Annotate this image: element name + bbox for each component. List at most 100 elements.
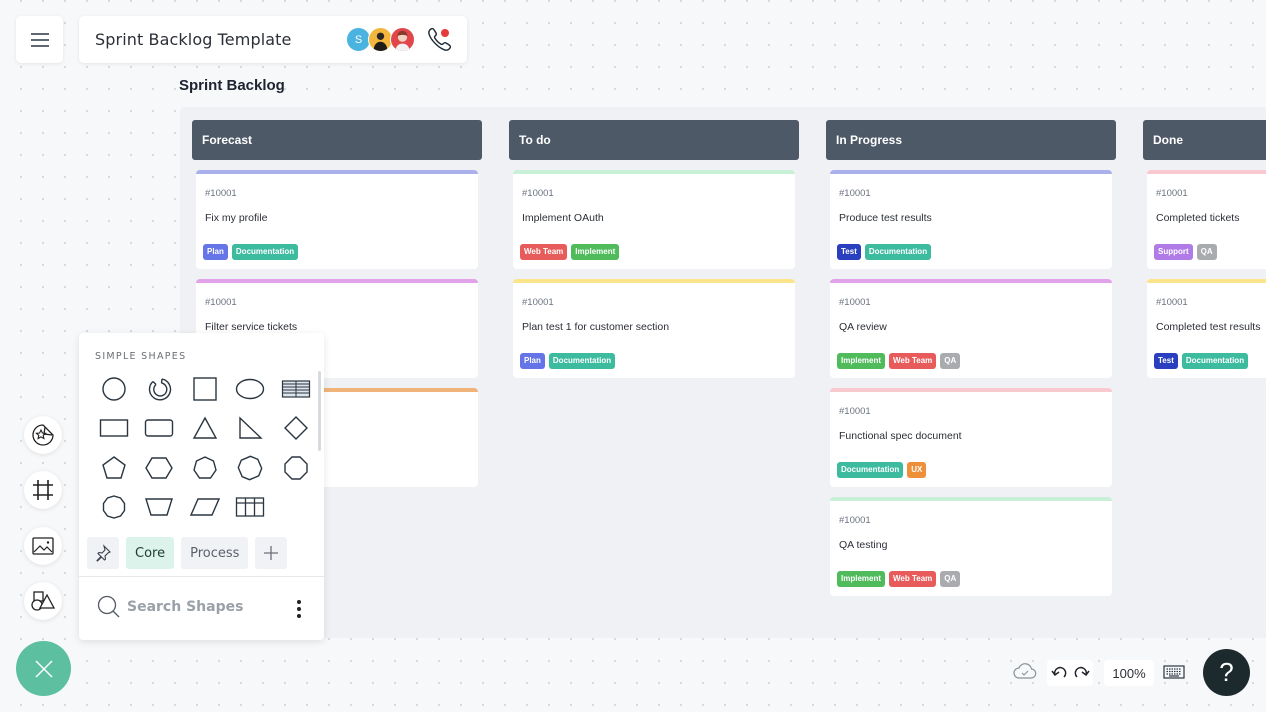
shapes-more-options-button[interactable] — [295, 599, 303, 624]
library-tab-process[interactable]: Process — [181, 537, 249, 569]
avatar[interactable] — [390, 27, 415, 52]
shape-diamond[interactable] — [273, 409, 319, 449]
image-icon — [32, 537, 54, 555]
tag-badge[interactable]: Plan — [520, 353, 545, 369]
tag-badge[interactable]: Documentation — [1181, 353, 1249, 369]
tag-badge[interactable]: Web Team — [889, 571, 937, 587]
undo-button[interactable] — [1050, 666, 1067, 680]
tag-badge[interactable]: Web Team — [520, 244, 568, 260]
zoom-level-button[interactable]: 100% — [1104, 660, 1154, 686]
task-card[interactable]: #10001 Fix my profile Plan Documentation — [196, 170, 478, 269]
tag-badge[interactable]: Test — [837, 244, 861, 260]
shape-hexagon[interactable] — [137, 448, 183, 488]
card-list: #10001 Implement OAuth Web Team Implement #1… — [509, 170, 799, 378]
card-id: #10001 — [522, 297, 554, 308]
document-title[interactable]: Sprint Backlog Template — [95, 30, 291, 49]
shape-grid-table[interactable] — [228, 488, 274, 528]
grid-table-icon — [236, 497, 265, 517]
shapes-panel: SIMPLE SHAPES Core Process — [79, 333, 324, 640]
call-notification-dot — [441, 29, 449, 37]
shape-pentagon[interactable] — [91, 448, 137, 488]
task-card[interactable]: #10001 Completed tickets Support QA — [1147, 170, 1266, 269]
tag-badge[interactable]: QA — [1196, 244, 1217, 260]
tag-badge[interactable]: Documentation — [231, 244, 299, 260]
hexagon-icon — [145, 457, 174, 479]
main-menu-button[interactable] — [16, 16, 63, 63]
tag-badge[interactable]: QA — [940, 571, 961, 587]
shape-octagon[interactable] — [228, 448, 274, 488]
shape-triangle[interactable] — [182, 409, 228, 449]
redo-button[interactable] — [1074, 666, 1090, 680]
tag-badge[interactable]: Plan — [203, 244, 228, 260]
sticker-star-icon — [32, 424, 54, 446]
tag-badge[interactable]: Implement — [571, 244, 620, 260]
task-card[interactable]: #10001 Completed test results Test Document… — [1147, 279, 1266, 378]
card-tags: Implement Web Team QA — [837, 353, 961, 369]
shape-nonagon[interactable] — [273, 448, 319, 488]
hamburger-icon — [30, 32, 49, 47]
shape-rounded-rectangle[interactable] — [137, 409, 183, 449]
undo-icon — [1050, 666, 1066, 678]
tag-badge[interactable]: Test — [1154, 353, 1178, 369]
shape-right-triangle[interactable] — [228, 409, 274, 449]
tag-badge[interactable]: Documentation — [864, 244, 932, 260]
call-button[interactable] — [426, 26, 452, 52]
card-tags: Documentation UX — [837, 462, 927, 478]
nonagon-icon — [284, 456, 308, 480]
keyboard-shortcuts-button[interactable] — [1163, 664, 1185, 685]
undo-redo-group — [1047, 660, 1093, 686]
square-icon — [193, 377, 217, 401]
tag-badge[interactable]: Web Team — [889, 353, 937, 369]
tag-badge[interactable]: Support — [1154, 244, 1193, 260]
frame-button[interactable] — [24, 471, 62, 509]
tag-badge[interactable]: UX — [907, 462, 927, 478]
task-card[interactable]: #10001 QA testing Implement Web Team QA — [830, 497, 1112, 596]
shape-heptagon[interactable] — [182, 448, 228, 488]
card-tags: Support QA — [1154, 244, 1217, 260]
tag-badge[interactable]: QA — [940, 353, 961, 369]
shapes-panel-scrollbar[interactable] — [318, 371, 321, 451]
stickers-button[interactable] — [24, 416, 62, 454]
shapes-icon — [31, 591, 56, 611]
library-tab-core[interactable]: Core — [126, 537, 175, 569]
card-tags: Plan Documentation — [520, 353, 616, 369]
shape-circle[interactable] — [91, 369, 137, 409]
pinned-libraries-tab[interactable] — [87, 537, 119, 569]
column-done: Done #10001 Completed tickets Support QA #10… — [1143, 120, 1266, 388]
task-card[interactable]: #10001 Plan test 1 for customer section Pl… — [513, 279, 795, 378]
panel-divider — [79, 576, 324, 577]
card-tags: Test Documentation — [837, 244, 932, 260]
shapes-button[interactable] — [24, 582, 62, 620]
shape-parallelogram[interactable] — [182, 488, 228, 528]
task-card[interactable]: #10001 Produce test results Test Documentat… — [830, 170, 1112, 269]
shape-trapezoid[interactable] — [137, 488, 183, 528]
shape-decagon[interactable] — [91, 488, 137, 528]
column-header[interactable]: In Progress — [826, 120, 1116, 160]
shape-table[interactable] — [273, 369, 319, 409]
close-toolbar-button[interactable] — [16, 641, 71, 696]
tag-badge[interactable]: Implement — [837, 353, 886, 369]
shape-square[interactable] — [182, 369, 228, 409]
keyboard-icon — [1163, 665, 1185, 679]
card-id: #10001 — [839, 515, 871, 526]
task-card[interactable]: #10001 QA review Implement Web Team QA — [830, 279, 1112, 378]
column-header[interactable]: To do — [509, 120, 799, 160]
tag-badge[interactable]: Implement — [837, 571, 886, 587]
help-button[interactable]: ? — [1203, 649, 1250, 696]
column-header[interactable]: Done — [1143, 120, 1266, 160]
task-card[interactable]: #10001 Functional spec document Documentat… — [830, 388, 1112, 487]
shape-rectangle[interactable] — [91, 409, 137, 449]
pin-icon — [96, 544, 111, 562]
shape-ellipse[interactable] — [228, 369, 274, 409]
image-button[interactable] — [24, 527, 62, 565]
table-icon — [281, 380, 310, 398]
search-shapes-input[interactable] — [127, 599, 277, 615]
column-header[interactable]: Forecast — [192, 120, 482, 160]
add-library-button[interactable] — [255, 537, 288, 569]
tag-badge[interactable]: Documentation — [548, 353, 616, 369]
shape-donut[interactable] — [137, 369, 183, 409]
card-title: Filter service tickets — [205, 321, 298, 333]
task-card[interactable]: #10001 Implement OAuth Web Team Implement — [513, 170, 795, 269]
octagon-icon — [237, 455, 263, 481]
tag-badge[interactable]: Documentation — [837, 462, 904, 478]
